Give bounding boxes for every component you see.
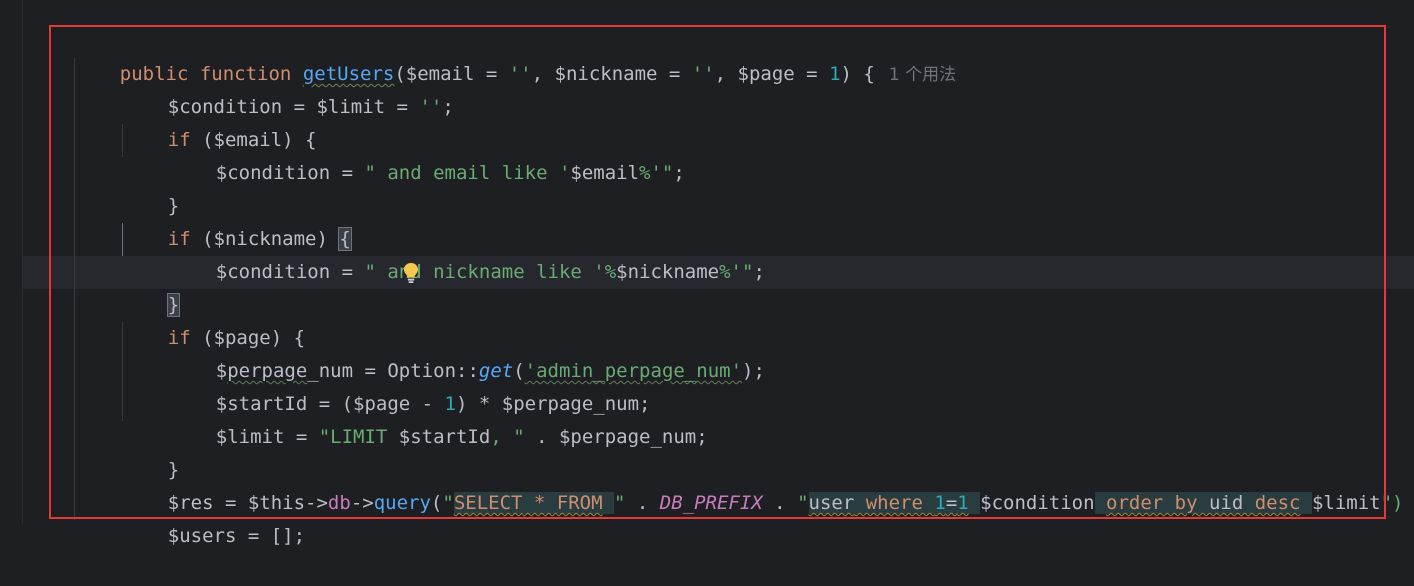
- string-literal: "LIMIT: [318, 426, 399, 448]
- sql-space: [1301, 492, 1312, 514]
- code-line-1[interactable]: public function getUsers($email = '', $n…: [0, 25, 956, 85]
- code-line-13[interactable]: }: [0, 421, 179, 481]
- sql-keyword-from: FROM: [556, 492, 603, 514]
- string-literal: %'": [719, 261, 754, 283]
- string-literal: ": [797, 492, 809, 514]
- code-line-3[interactable]: if ($email) {: [0, 91, 317, 151]
- sql-number: 1: [934, 492, 946, 514]
- code-line-7[interactable]: $condition = " and nickname like '%$nick…: [0, 223, 765, 283]
- string-literal: " and email like ': [364, 162, 571, 184]
- sql-space: [603, 492, 614, 514]
- code-text: ;: [442, 96, 454, 118]
- code-line-5[interactable]: }: [0, 157, 179, 217]
- code-line-11[interactable]: $startId = ($page - 1) * $perpage_num;: [0, 355, 651, 415]
- code-text: (: [430, 492, 443, 514]
- code-line-4[interactable]: $condition = " and email like '$email%'"…: [0, 124, 685, 184]
- sql-keyword-select: SELECT: [453, 492, 523, 514]
- code-params: , $nickname =: [531, 63, 692, 85]
- code-line-2[interactable]: $condition = $limit = '';: [0, 58, 454, 118]
- string-literal: %'": [639, 162, 674, 184]
- string-literal: '': [508, 63, 532, 85]
- sql-equals: =: [945, 492, 958, 514]
- sql-keyword-order-by: order by: [1106, 492, 1198, 514]
- sql-space: [969, 492, 980, 514]
- code-text: ;: [673, 162, 685, 184]
- sql-keyword-where: where: [854, 492, 935, 514]
- code-line-9[interactable]: if ($page) {: [0, 289, 305, 349]
- code-text: $limit =: [215, 426, 319, 448]
- code-text: $condition =: [215, 261, 365, 283]
- sql-number: 1: [957, 492, 969, 514]
- sql-column-uid: uid: [1197, 492, 1255, 514]
- interpolated-variable: $limit: [1311, 492, 1381, 514]
- code-text: ;: [753, 261, 765, 283]
- method-query[interactable]: query: [374, 492, 431, 514]
- code-line-15[interactable]: $users = [];: [0, 487, 305, 547]
- code-params: ) {: [840, 63, 875, 85]
- code-text: );: [742, 360, 765, 382]
- usages-inlay-hint[interactable]: 1 个用法: [875, 65, 956, 85]
- code-line-8[interactable]: }: [0, 256, 181, 317]
- string-literal: ": [614, 492, 626, 514]
- string-literal: ": [442, 492, 454, 514]
- lightbulb-icon[interactable]: [402, 262, 420, 284]
- interpolated-variable: $nickname: [616, 261, 720, 283]
- code-line-6[interactable]: if ($nickname) {: [0, 190, 352, 251]
- code-text: . $perpage_num;: [524, 426, 708, 448]
- number-literal: 1: [829, 63, 841, 85]
- string-literal: '': [419, 96, 443, 118]
- code-text: $condition =: [215, 162, 365, 184]
- code-editor[interactable]: public function getUsers($email = '', $n…: [0, 0, 1414, 547]
- code-text: $users = [];: [167, 525, 306, 547]
- code-params: , $page =: [714, 63, 830, 85]
- interpolated-variable: $email: [570, 162, 640, 184]
- string-literal: '': [691, 63, 715, 85]
- code-text: .: [762, 492, 798, 514]
- string-literal: , ": [490, 426, 525, 448]
- string-literal: "): [1380, 492, 1404, 514]
- code-line-12[interactable]: $limit = "LIMIT $startId, " . $perpage_n…: [0, 388, 708, 448]
- code-text: .: [625, 492, 660, 514]
- interpolated-variable: $startId: [398, 426, 491, 448]
- code-line-10[interactable]: $perpage_num = Option::get('admin_perpag…: [0, 322, 765, 382]
- sql-keyword-desc: desc: [1254, 492, 1301, 514]
- code-text: ->: [350, 492, 374, 514]
- sql-star: *: [522, 492, 557, 514]
- code-line-14[interactable]: $res = $this->db->query("SELECT * FROM "…: [0, 454, 1403, 514]
- member-db: db: [327, 492, 351, 514]
- constant-db-prefix: DB_PREFIX: [659, 492, 763, 514]
- sql-space: [1095, 492, 1106, 514]
- interpolated-variable: $condition: [980, 492, 1095, 514]
- sql-table-user: user: [808, 492, 855, 514]
